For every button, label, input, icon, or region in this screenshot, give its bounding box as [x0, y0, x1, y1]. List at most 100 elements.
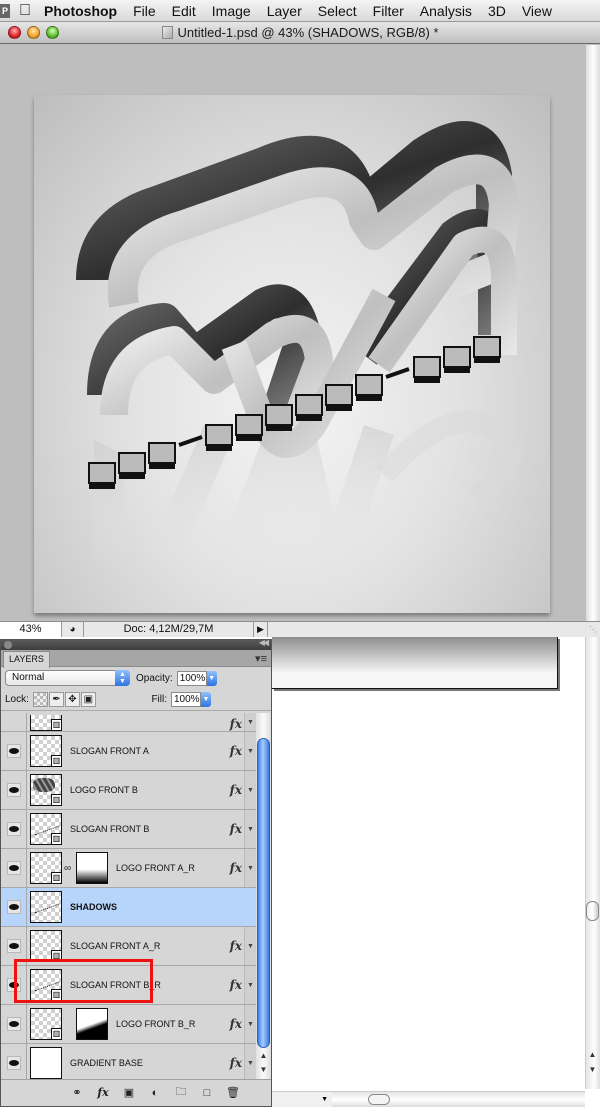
fx-icon[interactable]: fx — [230, 861, 242, 875]
layers-vertical-scrollbar[interactable]: ▲ ▼ — [256, 713, 271, 1079]
layer-row-slogan-front-b[interactable]: ▥ SLOGAN FRONT B fx ▼ — [1, 810, 256, 849]
fill-input[interactable]: 100% — [171, 692, 201, 707]
opacity-dropdown-icon[interactable]: ▼ — [206, 670, 217, 686]
menu-image[interactable]: Image — [204, 3, 259, 19]
layer-mask-thumbnail[interactable] — [76, 852, 108, 884]
fx-expand-arrow-icon[interactable]: ▼ — [244, 810, 256, 848]
layers-scroll-down-icon[interactable]: ▼ — [256, 1065, 271, 1074]
eye-icon[interactable] — [6, 822, 21, 836]
layer-row-slogan-front-b-r[interactable]: ▥ SLOGAN FRONT B_R fx ▼ — [1, 966, 256, 1005]
fx-icon[interactable]: fx — [230, 744, 242, 758]
artboard[interactable] — [34, 95, 550, 613]
add-style-fx-icon[interactable]: fx — [95, 1086, 111, 1099]
fill-dropdown-icon[interactable]: ▼ — [201, 692, 211, 707]
fill-field[interactable]: 100% ▼ — [171, 692, 211, 707]
menu-layer[interactable]: Layer — [259, 3, 310, 19]
fx-icon[interactable]: fx — [230, 978, 242, 992]
new-group-folder-icon[interactable]: 🗀 — [173, 1083, 189, 1102]
menu-3d[interactable]: 3D — [480, 3, 514, 19]
eye-icon[interactable] — [6, 744, 21, 758]
layers-scroll-thumb[interactable] — [257, 738, 270, 1048]
lock-all-button[interactable]: ▣ — [80, 692, 96, 707]
panel-collapse-icon[interactable]: ◀◀ — [259, 638, 269, 647]
tab-layers[interactable]: LAYERS — [3, 651, 50, 668]
lock-transparency-button[interactable] — [32, 692, 48, 707]
scroll-down-arrow-icon[interactable]: ▼ — [587, 1065, 598, 1074]
eye-icon[interactable] — [6, 1017, 21, 1031]
fx-expand-arrow-icon[interactable]: ▼ — [244, 713, 256, 731]
eye-icon[interactable] — [6, 939, 21, 953]
fx-icon[interactable]: fx — [230, 822, 242, 836]
background-horizontal-scrollbar[interactable] — [332, 1091, 585, 1107]
fx-expand-arrow-icon[interactable]: ▼ — [244, 771, 256, 809]
eye-icon[interactable] — [6, 861, 21, 875]
minimize-window-button[interactable] — [27, 26, 40, 39]
resize-grip-icon[interactable]: ⋱ — [587, 624, 599, 636]
eye-icon[interactable] — [6, 900, 21, 914]
layer-row-logo-front-b[interactable]: ▥ LOGO FRONT B fx ▼ — [1, 771, 256, 810]
fx-expand-arrow-icon[interactable]: ▼ — [244, 732, 256, 770]
mask-link-icon[interactable]: ∞ — [64, 863, 72, 874]
fx-icon[interactable]: fx — [230, 783, 242, 797]
layer-row-logo-front-a-r[interactable]: ▥ ∞ LOGO FRONT A_R fx ▼ — [1, 849, 256, 888]
layer-row-logo-front-b-r[interactable]: ▥ ∞ LOGO FRONT B_R fx ▼ — [1, 1005, 256, 1044]
status-bar: 43% ◕ Doc: 4,12M/29,7M ▶ ⋱ — [0, 621, 600, 637]
fx-icon[interactable]: fx — [230, 1056, 242, 1070]
fx-expand-arrow-icon[interactable]: ▼ — [244, 849, 256, 887]
document-vertical-scrollbar[interactable] — [586, 45, 600, 621]
fx-expand-arrow-icon[interactable]: ▼ — [244, 966, 256, 1004]
eye-icon[interactable] — [6, 1056, 21, 1070]
fx-expand-arrow-icon[interactable]: ▼ — [244, 1005, 256, 1043]
blend-mode-select[interactable]: Normal ▲ ▼ — [5, 670, 130, 686]
layer-row-slogan-front-a-r[interactable]: ▥ SLOGAN FRONT A_R fx ▼ — [1, 927, 256, 966]
fx-expand-arrow-icon[interactable]: ▼ — [244, 1044, 256, 1079]
layer-row-gradient-base[interactable]: GRADIENT BASE fx ▼ — [1, 1044, 256, 1079]
fx-icon[interactable]: fx — [230, 939, 242, 953]
lock-image-button[interactable]: ✒ — [48, 692, 64, 707]
panel-header[interactable]: ◀◀ — [1, 638, 271, 650]
canvas-area[interactable] — [0, 45, 586, 621]
visibility-cell[interactable] — [1, 713, 27, 731]
zoom-level-field[interactable]: 43% — [0, 622, 62, 637]
menu-analysis[interactable]: Analysis — [412, 3, 480, 19]
adjustment-layer-icon[interactable]: ◐ — [147, 1087, 163, 1099]
link-icon[interactable]: ⚭ — [69, 1086, 85, 1099]
zoom-window-button[interactable] — [46, 26, 59, 39]
opacity-input[interactable]: 100% — [176, 670, 207, 686]
new-layer-icon[interactable]: □ — [199, 1087, 215, 1099]
opacity-field[interactable]: 100% ▼ — [176, 670, 217, 686]
eye-icon[interactable] — [6, 978, 21, 992]
trash-icon[interactable]: 🗑 — [225, 1086, 241, 1099]
layer-mask-thumbnail[interactable] — [76, 1008, 108, 1040]
menu-file[interactable]: File — [125, 3, 164, 19]
panel-menu-icon[interactable]: ▾≡ — [255, 652, 267, 665]
background-hscroll-thumb[interactable] — [368, 1094, 390, 1105]
menu-view[interactable]: View — [514, 3, 560, 19]
background-scroll-thumb[interactable] — [586, 901, 599, 921]
menu-select[interactable]: Select — [310, 3, 365, 19]
add-mask-icon[interactable]: ▣ — [121, 1086, 137, 1099]
apple-menu-icon[interactable]:  — [10, 2, 40, 20]
fx-icon[interactable]: fx — [230, 717, 242, 731]
document-titlebar[interactable]: Untitled-1.psd @ 43% (SHADOWS, RGB/8) * — [0, 22, 600, 44]
layer-row-logo-front-a[interactable]: ▥ fx ▼ — [1, 713, 256, 732]
status-preview-icon[interactable]: ◕ — [62, 622, 84, 637]
eye-icon[interactable] — [6, 783, 21, 797]
layer-thumbnail: ▥ — [30, 969, 62, 1001]
background-dropdown[interactable]: ▼ — [272, 1091, 332, 1107]
fx-icon[interactable]: fx — [230, 1017, 242, 1031]
scroll-up-arrow-icon[interactable]: ▲ — [587, 1050, 598, 1059]
layers-scroll-up-icon[interactable]: ▲ — [256, 1051, 271, 1060]
layer-row-slogan-front-a[interactable]: ▥ SLOGAN FRONT A fx ▼ — [1, 732, 256, 771]
blend-mode-stepper-icon[interactable]: ▲ ▼ — [115, 670, 130, 686]
close-window-button[interactable] — [8, 26, 21, 39]
layer-row-shadows[interactable]: SHADOWS — [1, 888, 256, 927]
panel-close-button[interactable] — [4, 641, 12, 649]
menu-edit[interactable]: Edit — [164, 3, 204, 19]
fx-expand-arrow-icon[interactable]: ▼ — [244, 927, 256, 965]
background-vertical-scrollbar[interactable] — [585, 637, 600, 1089]
menu-filter[interactable]: Filter — [365, 3, 412, 19]
status-menu-arrow-icon[interactable]: ▶ — [254, 622, 268, 637]
lock-position-button[interactable]: ✥ — [64, 692, 80, 707]
menu-photoshop[interactable]: Photoshop — [40, 3, 125, 19]
